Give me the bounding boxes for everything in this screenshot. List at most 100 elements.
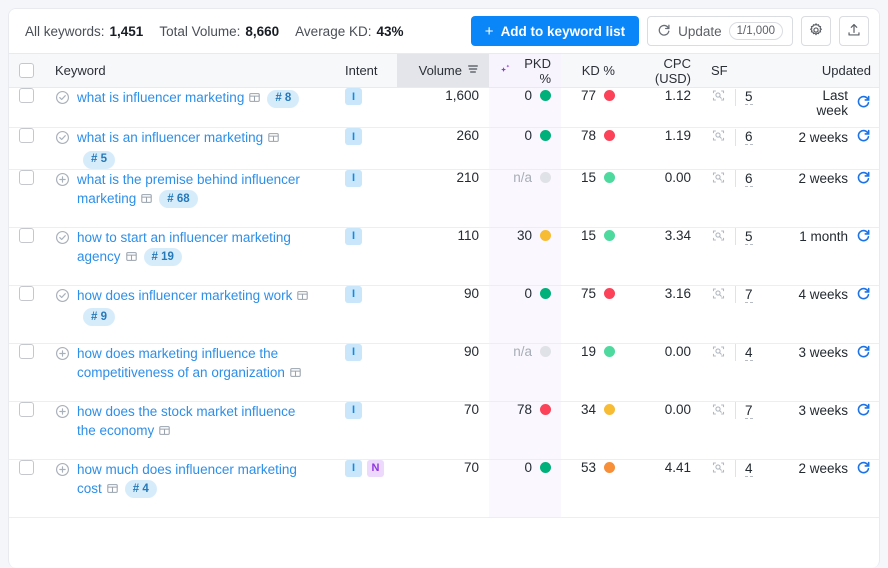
row-checkbox[interactable] [19,286,34,301]
keyword-link[interactable]: how much does influencer marketing cost#… [77,460,315,500]
row-checkbox[interactable] [19,402,34,417]
header-kd[interactable]: KD % [561,54,625,88]
intent-badge-n[interactable]: N [367,460,384,477]
row-checkbox[interactable] [19,228,34,243]
table-row[interactable]: how does marketing influence the competi… [9,343,880,401]
sf-count[interactable]: 6 [745,129,753,145]
intent-badge-i[interactable]: I [345,344,362,361]
serp-preview-icon[interactable] [711,402,726,420]
refresh-row-icon[interactable] [856,344,871,362]
plus-circle-icon [55,346,70,364]
row-checkbox[interactable] [19,344,34,359]
check-circle-icon [55,90,70,108]
export-button[interactable] [839,16,869,46]
keyword-link[interactable]: how to start an influencer marketing age… [77,228,315,268]
refresh-row-icon[interactable] [856,128,871,146]
rank-badge[interactable]: # 68 [159,190,197,208]
sf-count[interactable]: 5 [745,229,753,245]
keyword-link[interactable]: what is an influencer marketing# 5 [77,128,315,169]
sf-count[interactable]: 4 [745,461,753,477]
keyword-link[interactable]: what is influencer marketing# 8 [77,88,299,109]
header-intent[interactable]: Intent [335,54,397,88]
refresh-row-icon[interactable] [856,460,871,478]
sf-count[interactable]: 5 [745,89,753,105]
serp-features-icon[interactable] [296,288,309,307]
keyword-link[interactable]: how does the stock market influence the … [77,402,315,442]
row-checkbox[interactable] [19,128,34,143]
refresh-row-icon[interactable] [856,228,871,246]
table-row[interactable]: what is the premise behind influencer ma… [9,169,880,227]
refresh-row-icon[interactable] [856,402,871,420]
volume-cell: 90 [397,285,489,343]
header-sf[interactable]: SF [701,54,781,88]
keyword-link[interactable]: what is the premise behind influencer ma… [77,170,315,210]
row-checkbox[interactable] [19,88,34,103]
sf-cell: 5 [701,88,781,128]
intent-badge-i[interactable]: I [345,228,362,245]
stat-average-kd: Average KD: 43% [295,24,403,39]
sf-cell: 6 [701,128,781,170]
sf-count[interactable]: 7 [745,403,753,419]
rank-badge[interactable]: # 5 [83,151,115,169]
header-updated[interactable]: Updated [781,54,880,88]
serp-features-icon[interactable] [106,481,119,500]
refresh-row-icon[interactable] [856,286,871,304]
sf-count[interactable]: 4 [745,345,753,361]
intent-badge-i[interactable]: I [345,128,362,145]
row-checkbox[interactable] [19,460,34,475]
row-select-cell [9,169,45,227]
rank-badge[interactable]: # 8 [267,90,299,108]
intent-badge-i[interactable]: I [345,170,362,187]
stat-all-keywords: All keywords: 1,451 [25,24,143,39]
serp-preview-icon[interactable] [711,88,726,106]
serp-preview-icon[interactable] [711,286,726,304]
divider [735,170,736,187]
settings-button[interactable] [801,16,831,46]
header-volume[interactable]: Volume [397,54,489,88]
rank-badge[interactable]: # 19 [144,248,182,266]
intent-badge-i[interactable]: I [345,460,362,477]
header-pkd[interactable]: PKD % [489,54,561,88]
serp-features-icon[interactable] [267,130,280,149]
kd-value: 15 [581,170,596,185]
intent-cell: I [335,343,397,401]
rank-badge[interactable]: # 4 [125,480,157,498]
rank-badge[interactable]: # 9 [83,308,115,326]
row-select-cell [9,88,45,128]
serp-preview-icon[interactable] [711,344,726,362]
row-checkbox[interactable] [19,170,34,185]
intent-badge-i[interactable]: I [345,402,362,419]
sf-count[interactable]: 6 [745,171,753,187]
header-cpc[interactable]: CPC (USD) [625,54,701,88]
serp-preview-icon[interactable] [711,128,726,146]
table-row[interactable]: how does influencer marketing work# 9 I 90… [9,285,880,343]
serp-preview-icon[interactable] [711,170,726,188]
refresh-row-icon[interactable] [856,94,871,112]
serp-features-icon[interactable] [140,191,153,210]
serp-preview-icon[interactable] [711,460,726,478]
divider [735,228,736,245]
intent-badge-i[interactable]: I [345,88,362,105]
header-keyword[interactable]: Keyword [45,54,335,88]
keyword-link[interactable]: how does influencer marketing work# 9 [77,286,315,327]
kd-value: 77 [581,88,596,103]
sf-count[interactable]: 7 [745,287,753,303]
serp-features-icon[interactable] [125,249,138,268]
add-to-keyword-list-button[interactable]: + Add to keyword list [471,16,639,46]
table-row[interactable]: how much does influencer marketing cost#… [9,459,880,517]
select-all-checkbox[interactable] [19,63,34,78]
serp-features-icon[interactable] [289,365,302,384]
serp-preview-icon[interactable] [711,228,726,246]
update-button[interactable]: Update 1/1,000 [647,16,793,46]
table-row[interactable]: what is an influencer marketing# 5I26007… [9,128,880,170]
keyword-link[interactable]: how does marketing influence the competi… [77,344,315,384]
intent-badge-i[interactable]: I [345,286,362,303]
serp-features-icon[interactable] [248,90,261,109]
table-row[interactable]: how does the stock market influence the … [9,401,880,459]
kd-value: 75 [581,286,596,301]
table-header: Keyword Intent Volume [9,54,880,88]
refresh-row-icon[interactable] [856,170,871,188]
table-row[interactable]: how to start an influencer marketing age… [9,227,880,285]
table-row[interactable]: what is influencer marketing# 8I1,600077… [9,88,880,128]
serp-features-icon[interactable] [158,423,171,442]
